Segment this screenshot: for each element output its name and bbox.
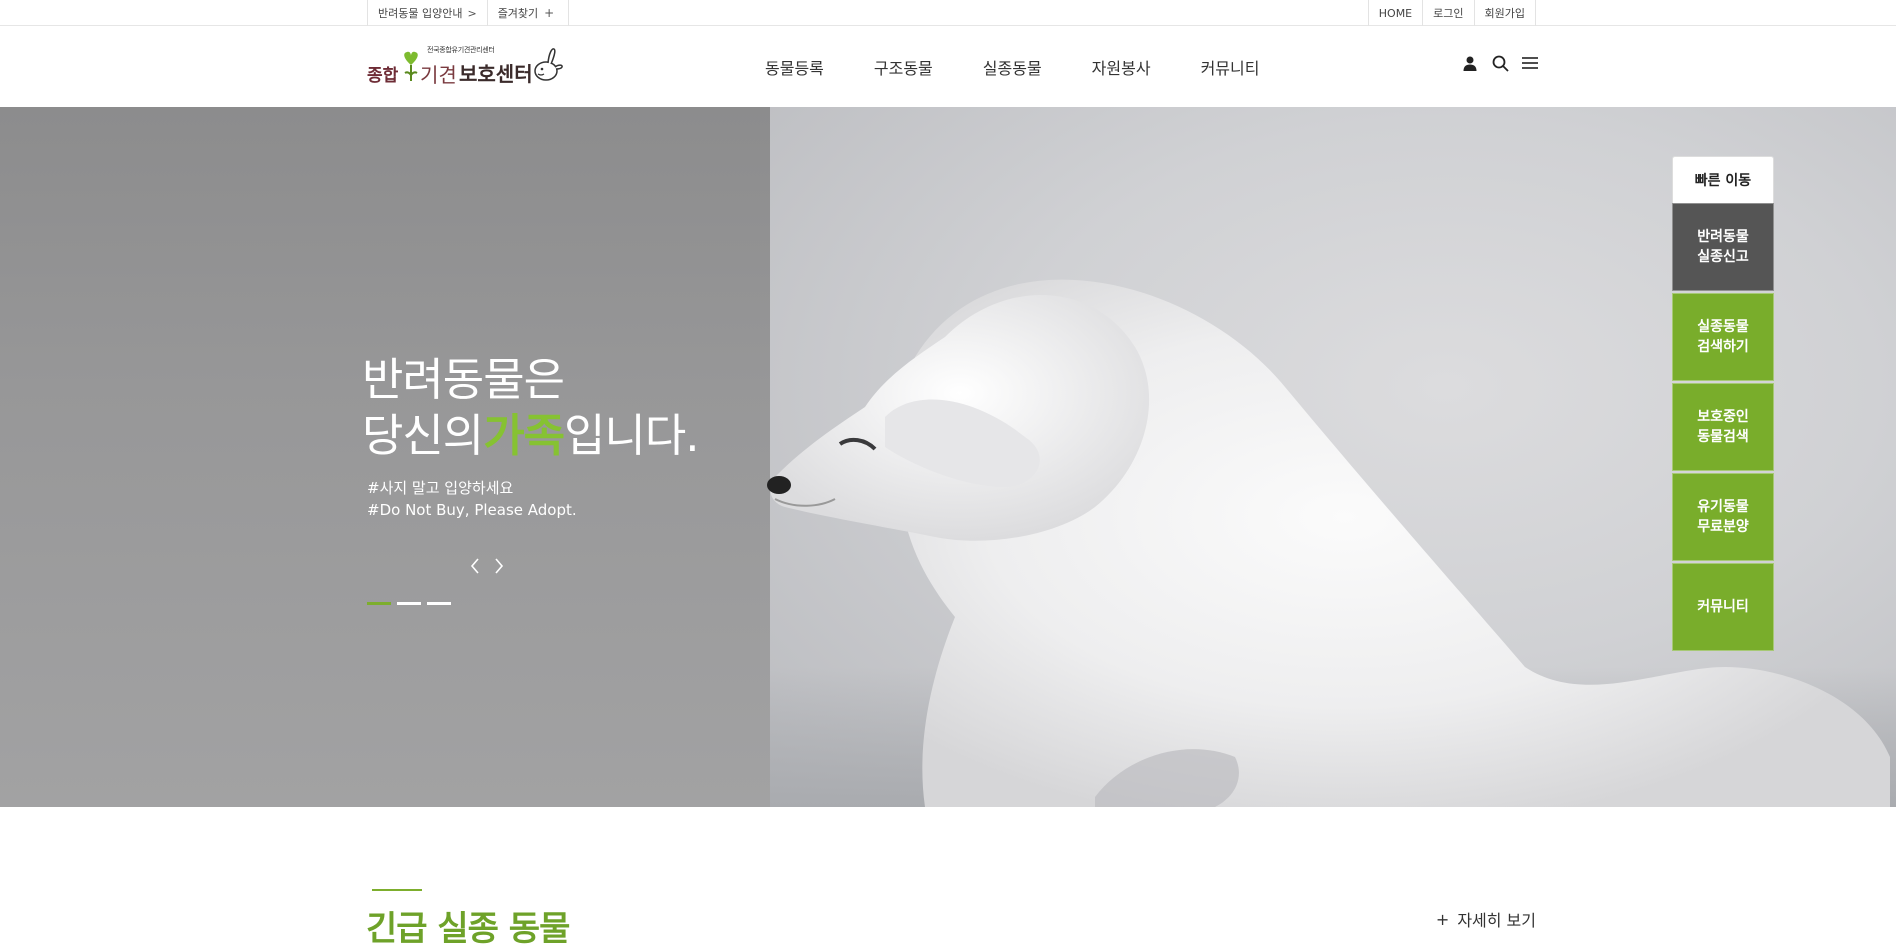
header-utility-icons [1461,54,1539,72]
section-title: 긴급 실종 동물 [366,909,570,949]
logo-subtitle: 전국종합유기견관리센터 [427,46,495,54]
search-icon[interactable] [1491,54,1509,72]
quick-free-adoption[interactable]: 유기동물 무료분양 [1672,473,1774,561]
logo-word-1: 종합 [367,66,399,86]
quick-item-line2: 실종신고 [1697,249,1749,265]
logo-word-3: 보호센터 [459,62,533,86]
hero-slider: 반려동물은 당신의가족입니다. #사지 말고 입양하세요 #Do Not Buy… [0,107,1896,807]
site-header: 전국종합유기견관리센터 종합 기견 보호센터 동물등록 구조동물 실종동물 자원… [0,26,1896,107]
view-more-link[interactable]: + 자세히 보기 [1436,907,1536,931]
nav-missing-animals[interactable]: 실종동물 [958,26,1067,107]
heart-leaf-icon [404,51,418,81]
nav-rescued-animals[interactable]: 구조동물 [849,26,958,107]
quick-item-line1: 실종동물 [1697,319,1749,335]
quick-report-missing-pet[interactable]: 반려동물 실종신고 [1672,203,1774,291]
chevron-right-icon [495,558,504,574]
prev-slide-button[interactable] [468,556,482,576]
hero-headline-pre: 당신의 [362,409,484,462]
hero-headline-highlight: 가족 [483,409,565,462]
logo-word-2: 기견 [420,63,457,87]
urgent-missing-section: 긴급 실종 동물 + 자세히 보기 [0,807,1896,949]
quick-item-line1: 유기동물 [1697,499,1749,515]
utility-left: 반려동물 입양안내 > 즐겨찾기 + [367,0,570,26]
quick-community[interactable]: 커뮤니티 [1672,563,1774,651]
quick-item-line1: 커뮤니티 [1697,599,1749,615]
quick-item-line1: 보호중인 [1697,409,1749,425]
quick-item-line2: 동물검색 [1697,429,1749,445]
site-logo[interactable]: 전국종합유기견관리센터 종합 기견 보호센터 [367,43,567,91]
plus-icon: + [544,6,555,20]
next-slide-button[interactable] [492,556,506,576]
section-accent-bar [372,889,422,891]
user-icon[interactable] [1461,54,1479,72]
adoption-guide-label: 반려동물 입양안내 [378,7,463,20]
slide-pagination [367,602,451,605]
main-navigation: 동물등록 구조동물 실종동물 자원봉사 커뮤니티 [740,26,1284,107]
rabbit-mascot-icon [534,48,563,81]
quick-search-missing-animals[interactable]: 실종동물 검색하기 [1672,293,1774,381]
nav-animal-registration[interactable]: 동물등록 [740,26,849,107]
hero-tags: #사지 말고 입양하세요 #Do Not Buy, Please Adopt. [367,477,577,521]
quick-menu-title: 빠른 이동 [1672,156,1774,203]
quick-item-line2: 검색하기 [1697,339,1749,355]
hero-arrows [468,556,506,576]
slide-dot-3[interactable] [427,602,451,605]
utility-right: HOME 로그인 회원가입 [1367,0,1536,26]
chevron-left-icon [470,558,479,574]
bookmark-link[interactable]: 즐겨찾기 + [486,0,570,26]
view-more-label: 자세히 보기 [1457,911,1536,930]
bookmark-label: 즐겨찾기 [497,7,539,20]
quick-item-line2: 무료분양 [1697,519,1749,535]
signup-link[interactable]: 회원가입 [1473,0,1536,26]
plus-icon: + [1435,909,1450,929]
chevron-right-icon: > [467,6,477,20]
hero-headline-line2: 당신의가족입니다. [362,408,700,464]
hero-headline: 반려동물은 당신의가족입니다. [362,352,700,464]
quick-menu: 빠른 이동 반려동물 실종신고 실종동물 검색하기 보호중인 동물검색 유기동물… [1672,156,1774,651]
login-link[interactable]: 로그인 [1422,0,1473,26]
menu-icon[interactable] [1521,54,1539,72]
quick-search-protected-animals[interactable]: 보호중인 동물검색 [1672,383,1774,471]
hero-headline-post: 입니다. [564,409,700,462]
slide-dot-1[interactable] [367,602,391,605]
nav-volunteer[interactable]: 자원봉사 [1067,26,1176,107]
hero-tag-korean: #사지 말고 입양하세요 [367,479,514,497]
quick-item-line1: 반려동물 [1697,229,1749,245]
hero-headline-line1: 반려동물은 [362,353,565,406]
slide-dot-2[interactable] [397,602,421,605]
hero-tag-english: #Do Not Buy, Please Adopt. [367,501,577,519]
adoption-guide-link[interactable]: 반려동물 입양안내 > [367,0,487,26]
home-link[interactable]: HOME [1367,0,1422,26]
nav-community[interactable]: 커뮤니티 [1176,26,1285,107]
utility-bar: 반려동물 입양안내 > 즐겨찾기 + HOME 로그인 회원가입 [0,0,1896,26]
